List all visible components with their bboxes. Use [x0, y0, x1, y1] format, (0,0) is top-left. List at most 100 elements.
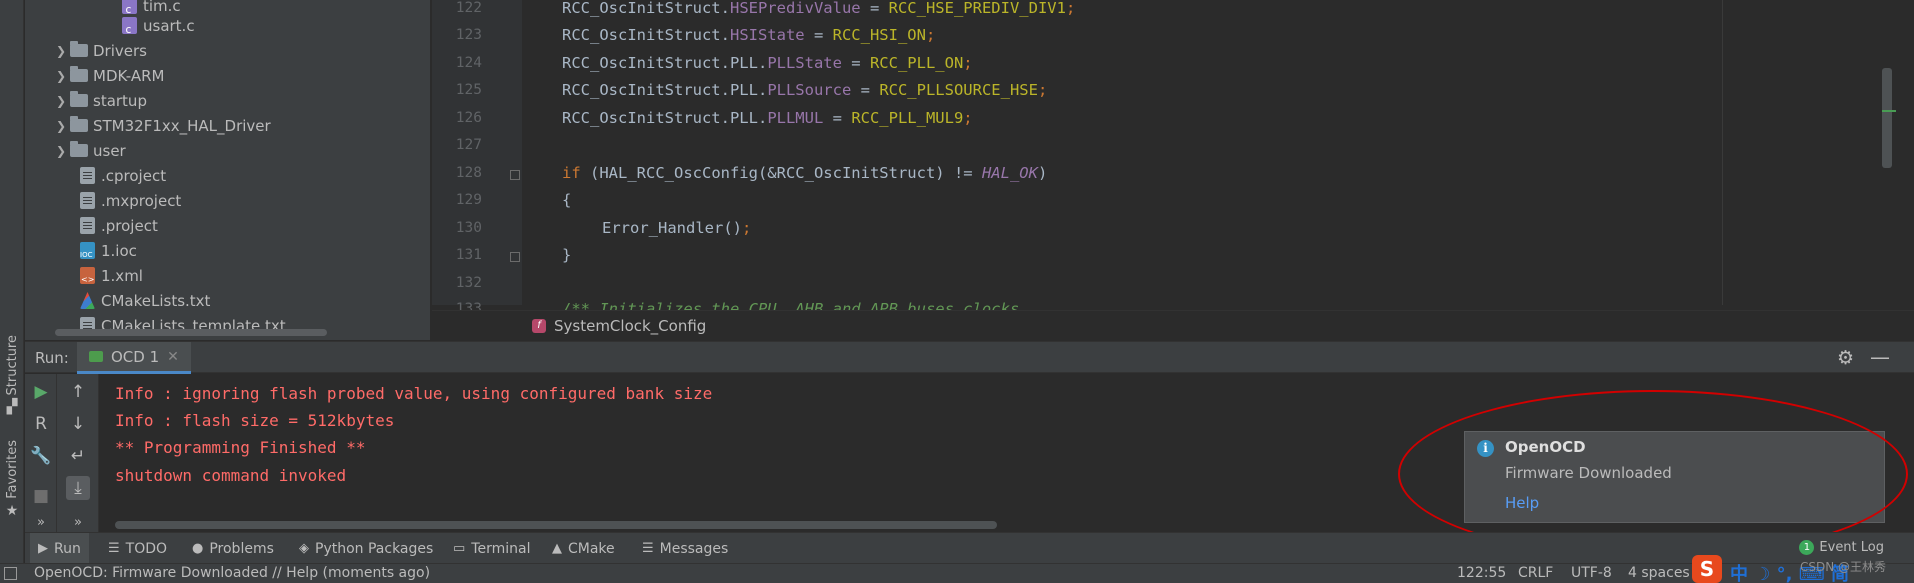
close-icon[interactable]: ✕ — [167, 349, 179, 365]
breadcrumb-function[interactable]: SystemClock_Config — [554, 317, 706, 335]
xml-file-icon — [80, 267, 95, 284]
file-encoding[interactable]: UTF-8 — [1571, 565, 1612, 581]
console-line: Info : flash size = 512kbytes — [115, 411, 395, 430]
messages-icon: ☰ — [642, 541, 654, 556]
run-panel-header: Run: OCD 1 ✕ ⚙ — — [25, 341, 1914, 374]
chevron-right-icon[interactable]: ❯ — [52, 44, 70, 58]
status-message[interactable]: OpenOCD: Firmware Downloaded // Help (mo… — [34, 565, 430, 581]
project-horizontal-scrollbar[interactable] — [55, 329, 327, 336]
console-horizontal-scrollbar[interactable] — [115, 521, 997, 529]
cmake-file-icon — [80, 292, 95, 309]
ime-logo-icon[interactable]: S — [1692, 555, 1722, 583]
favorites-tab-label: Favorites — [4, 440, 20, 499]
chevron-right-icon[interactable]: ❯ — [52, 69, 70, 83]
tree-item-project[interactable]: .project — [80, 213, 158, 238]
tool-tab-python-packages[interactable]: ◈ Python Packages — [299, 533, 433, 564]
code-line-124: RCC_OscInitStruct.PLL.PLLState = RCC_PLL… — [562, 54, 973, 72]
line-number: 131 — [455, 247, 482, 263]
tree-item-usart-c[interactable]: usart.c — [122, 13, 195, 38]
console-line: ** Programming Finished ** — [115, 438, 366, 457]
folder-icon — [70, 141, 88, 157]
right-margin-guide — [1722, 0, 1723, 305]
tree-item-cproject[interactable]: .cproject — [80, 163, 166, 188]
left-tool-strip: Structure ▞ Favorites ★ — [0, 0, 24, 563]
more-icon[interactable]: » — [29, 510, 53, 534]
chevron-right-icon[interactable]: ❯ — [52, 94, 70, 108]
problems-icon: ● — [192, 541, 204, 556]
arrow-up-icon[interactable]: ↑ — [66, 380, 90, 404]
code-line-122: RCC_OscInitStruct.HSEPredivValue = RCC_H… — [562, 0, 1076, 17]
soft-wrap-icon[interactable]: ↵ — [66, 444, 90, 468]
breadcrumb[interactable]: f SystemClock_Config — [432, 310, 1914, 340]
tool-tab-run[interactable]: ▶ Run — [30, 533, 89, 564]
caret-position[interactable]: 122:55 — [1457, 565, 1506, 581]
code-line-126: RCC_OscInitStruct.PLL.PLLMUL = RCC_PLL_M… — [562, 109, 973, 127]
line-number: 123 — [455, 27, 482, 43]
favorites-tab[interactable]: Favorites ★ — [2, 440, 22, 519]
c-file-icon — [122, 17, 137, 36]
terminal-icon: ▭ — [453, 541, 466, 556]
event-log-button[interactable]: 1 Event Log — [1799, 540, 1884, 555]
rerun-icon[interactable]: ▶ — [29, 380, 53, 404]
indent-setting[interactable]: 4 spaces — [1628, 565, 1690, 581]
tree-item-startup[interactable]: ❯ startup — [52, 88, 147, 113]
line-number: 129 — [455, 192, 482, 208]
watermark: CSDN @王林秀 — [1800, 560, 1887, 574]
tree-item-user[interactable]: ❯ user — [52, 138, 126, 163]
tool-tab-problems[interactable]: ● Problems — [192, 533, 274, 564]
run-tab-ocd1[interactable]: OCD 1 ✕ — [77, 342, 191, 374]
line-number: 122 — [455, 0, 482, 16]
fold-marker-icon[interactable] — [510, 170, 520, 180]
tool-tab-terminal[interactable]: ▭ Terminal — [453, 533, 530, 564]
more-icon[interactable]: » — [66, 510, 90, 534]
structure-tab[interactable]: Structure ▞ — [2, 335, 22, 415]
tree-item-stm32f1xx-hal-driver[interactable]: ❯ STM32F1xx_HAL_Driver — [52, 113, 271, 138]
restart-debug-icon[interactable]: R — [29, 412, 53, 436]
gear-icon[interactable]: ⚙ — [1837, 347, 1854, 369]
project-tree: tim.c usart.c ❯ Drivers ❯ MDK-ARM ❯ star… — [25, 0, 430, 340]
arrow-down-icon[interactable]: ↓ — [66, 412, 90, 436]
code-editor[interactable]: 122 123 124 125 126 127 128 129 130 131 … — [432, 0, 1914, 340]
line-separator[interactable]: CRLF — [1518, 565, 1553, 581]
structure-icon: ▞ — [6, 399, 18, 416]
folder-icon — [70, 116, 88, 132]
console-line: Info : ignoring flash probed value, usin… — [115, 384, 713, 403]
tree-item-1-xml[interactable]: 1.xml — [80, 263, 143, 288]
line-number-gutter: 122 123 124 125 126 127 128 129 130 131 … — [432, 0, 522, 317]
scroll-to-end-icon[interactable]: ⤓ — [66, 476, 90, 500]
play-icon: ▶ — [38, 541, 48, 556]
notification-help-link[interactable]: Help — [1505, 494, 1539, 512]
info-icon: i — [1477, 440, 1494, 457]
folder-icon — [70, 66, 88, 82]
line-number: 130 — [455, 220, 482, 236]
line-number: 124 — [455, 55, 482, 71]
tree-item-1-ioc[interactable]: 1.ioc — [80, 238, 137, 263]
run-toolbar-secondary: ↑ ↓ ↵ ⤓ » — [57, 374, 99, 532]
line-number: 132 — [455, 275, 482, 291]
c-file-icon — [122, 0, 137, 16]
minimize-icon[interactable]: — — [1870, 345, 1890, 369]
status-bar: OpenOCD: Firmware Downloaded // Help (mo… — [0, 563, 1914, 583]
tree-item-drivers[interactable]: ❯ Drivers — [52, 38, 147, 63]
tool-tab-cmake[interactable]: ▲ CMake — [552, 533, 615, 564]
wrench-icon[interactable]: 🔧 — [29, 444, 53, 468]
chevron-right-icon[interactable]: ❯ — [52, 119, 70, 133]
change-marker — [1882, 110, 1896, 112]
chevron-right-icon[interactable]: ❯ — [52, 144, 70, 158]
tree-item-mxproject[interactable]: .mxproject — [80, 188, 181, 213]
tool-tab-todo[interactable]: ☰ TODO — [108, 533, 167, 564]
tool-tab-messages[interactable]: ☰ Messages — [642, 533, 728, 564]
text-file-icon — [80, 192, 95, 209]
toggle-tool-windows-icon[interactable] — [4, 567, 17, 580]
text-file-icon — [80, 167, 95, 184]
line-number: 127 — [455, 137, 482, 153]
folder-icon — [70, 41, 88, 57]
tree-item-mdk-arm[interactable]: ❯ MDK-ARM — [52, 63, 164, 88]
tree-item-cmakelists[interactable]: CMakeLists.txt — [80, 288, 210, 313]
notification-body: Firmware Downloaded — [1505, 464, 1672, 482]
editor-vertical-scrollbar[interactable] — [1882, 68, 1892, 168]
stop-icon[interactable]: ■ — [29, 484, 53, 508]
notification-balloon[interactable]: i OpenOCD Firmware Downloaded Help — [1464, 431, 1885, 523]
event-count-badge: 1 — [1799, 540, 1815, 555]
fold-marker-icon[interactable] — [510, 252, 520, 262]
